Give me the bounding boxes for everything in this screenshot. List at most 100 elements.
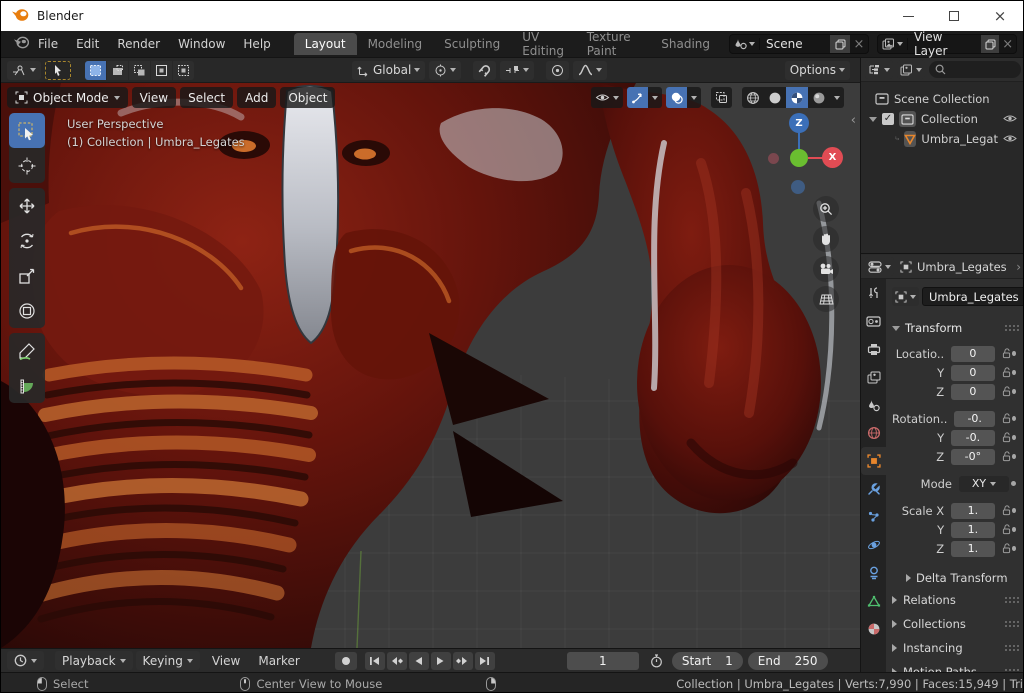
camera-view-icon[interactable] bbox=[813, 256, 839, 282]
pivot-point-dropdown[interactable] bbox=[429, 61, 461, 80]
properties-editor-type-dropdown[interactable] bbox=[865, 257, 894, 276]
shading-rendered-icon[interactable] bbox=[808, 87, 830, 108]
viewport-menu-object[interactable]: Object bbox=[280, 87, 335, 108]
tab-shading[interactable]: Shading bbox=[650, 33, 721, 55]
menu-edit[interactable]: Edit bbox=[67, 33, 108, 55]
rotation-y-field[interactable]: -0. bbox=[951, 430, 994, 446]
close-button[interactable]: × bbox=[977, 1, 1023, 31]
tab-modeling[interactable]: Modeling bbox=[357, 33, 434, 55]
animate-dot[interactable] bbox=[1012, 435, 1016, 440]
axis-z-ball[interactable]: Z bbox=[789, 113, 809, 133]
jump-to-start-button[interactable] bbox=[365, 652, 385, 670]
shading-wireframe-icon[interactable] bbox=[742, 87, 764, 108]
location-z-field[interactable]: 0 bbox=[951, 384, 994, 400]
animate-dot[interactable] bbox=[1012, 370, 1016, 375]
animate-dot[interactable] bbox=[1012, 454, 1016, 459]
tab-render[interactable] bbox=[861, 307, 886, 335]
frame-end-field[interactable]: End 250 bbox=[748, 652, 828, 670]
active-tool-dropdown[interactable] bbox=[7, 61, 41, 80]
outliner-row-scene-collection[interactable]: Scene Collection bbox=[861, 89, 1024, 109]
record-button[interactable] bbox=[335, 652, 357, 670]
expand-icon[interactable] bbox=[869, 117, 877, 122]
prev-keyframe-button[interactable] bbox=[387, 652, 407, 670]
lock-icon[interactable] bbox=[1002, 432, 1012, 443]
play-reverse-button[interactable] bbox=[409, 652, 429, 670]
object-id-icon[interactable] bbox=[892, 287, 919, 306]
tab-texture-paint[interactable]: Texture Paint bbox=[576, 26, 651, 62]
panel-relations[interactable]: Relations bbox=[892, 588, 1021, 612]
properties-breadcrumb[interactable]: Umbra_Legates bbox=[900, 260, 1007, 274]
tool-annotate[interactable] bbox=[9, 333, 45, 368]
view-layer-icon[interactable] bbox=[878, 38, 908, 50]
tab-output[interactable] bbox=[861, 335, 886, 363]
axis-neg-z-ball[interactable] bbox=[791, 180, 805, 194]
shading-solid-icon[interactable] bbox=[764, 87, 786, 108]
transform-panel-header[interactable]: Transform bbox=[892, 318, 1021, 338]
select-set-icon[interactable] bbox=[85, 61, 106, 80]
lock-icon[interactable] bbox=[1002, 413, 1012, 424]
next-keyframe-button[interactable] bbox=[453, 652, 473, 670]
tool-move[interactable] bbox=[9, 188, 45, 223]
panel-grip[interactable] bbox=[1004, 324, 1019, 333]
outliner-row-collection[interactable]: ✓ Collection bbox=[861, 109, 1024, 129]
snap-target-dropdown[interactable] bbox=[500, 61, 534, 80]
tool-transform[interactable] bbox=[9, 293, 45, 328]
gizmo-dropdown[interactable] bbox=[648, 87, 662, 108]
collection-checkbox[interactable]: ✓ bbox=[882, 113, 894, 125]
tab-particles[interactable] bbox=[861, 503, 886, 531]
proportional-editing-toggle[interactable] bbox=[546, 61, 569, 80]
viewport-menu-add[interactable]: Add bbox=[237, 87, 276, 108]
tool-rotate[interactable] bbox=[9, 223, 45, 258]
options-dropdown[interactable]: Options bbox=[785, 61, 850, 80]
lock-icon[interactable] bbox=[1002, 348, 1012, 359]
lock-icon[interactable] bbox=[1002, 386, 1012, 397]
outliner-editor-type-dropdown[interactable] bbox=[865, 60, 893, 79]
shading-material-icon[interactable] bbox=[786, 87, 808, 108]
tool-select-box[interactable] bbox=[9, 113, 45, 148]
hide-eye-icon[interactable] bbox=[1003, 112, 1017, 126]
tab-object[interactable] bbox=[861, 447, 886, 475]
jump-to-end-button[interactable] bbox=[475, 652, 495, 670]
play-button[interactable] bbox=[431, 652, 451, 670]
show-overlays-toggle[interactable] bbox=[666, 87, 687, 108]
mode-dropdown[interactable]: Object Mode bbox=[7, 87, 128, 108]
animate-dot[interactable] bbox=[1012, 546, 1016, 551]
scene-unlink-button[interactable]: × bbox=[850, 35, 868, 53]
select-subtract-icon[interactable] bbox=[129, 61, 150, 80]
axis-neg-x-ball[interactable] bbox=[768, 153, 779, 164]
lock-icon[interactable] bbox=[1002, 505, 1012, 516]
view-layer-name[interactable]: View Layer bbox=[908, 30, 981, 58]
animate-dot[interactable] bbox=[1011, 481, 1016, 486]
viewport-menu-view[interactable]: View bbox=[132, 87, 176, 108]
animate-dot[interactable] bbox=[1012, 351, 1016, 356]
panel-grip[interactable] bbox=[1004, 644, 1019, 653]
transform-orientation-dropdown[interactable]: Global bbox=[352, 61, 425, 80]
scale-x-field[interactable]: 1. bbox=[951, 503, 994, 519]
outliner-row-object[interactable]: Umbra_Legat bbox=[861, 129, 1024, 149]
scale-z-field[interactable]: 1. bbox=[951, 541, 994, 557]
scale-y-field[interactable]: 1. bbox=[951, 522, 994, 538]
xray-toggle[interactable] bbox=[711, 87, 732, 108]
viewport-menu-select[interactable]: Select bbox=[180, 87, 233, 108]
outliner-search-input[interactable] bbox=[929, 61, 1021, 78]
panel-motion-paths[interactable]: Motion Paths bbox=[892, 660, 1021, 672]
tab-object-data[interactable] bbox=[861, 587, 886, 615]
viewport-3d[interactable]: Object Mode View Select Add Object bbox=[1, 83, 860, 648]
tool-scale[interactable] bbox=[9, 258, 45, 293]
lock-icon[interactable] bbox=[1002, 451, 1012, 462]
current-frame-field[interactable]: 1 bbox=[567, 652, 639, 670]
view-layer-new-button[interactable] bbox=[981, 35, 1000, 53]
tab-scene[interactable] bbox=[861, 391, 886, 419]
shading-dropdown[interactable] bbox=[830, 87, 844, 108]
select-intersect-icon[interactable] bbox=[173, 61, 194, 80]
zoom-view-icon[interactable] bbox=[813, 196, 839, 222]
tab-modifiers[interactable] bbox=[861, 475, 886, 503]
scene-icon[interactable] bbox=[730, 38, 760, 50]
tool-measure[interactable] bbox=[9, 368, 45, 403]
proportional-falloff-dropdown[interactable] bbox=[573, 61, 607, 80]
scene-name[interactable]: Scene bbox=[760, 37, 830, 51]
scene-new-button[interactable] bbox=[830, 35, 850, 53]
panel-grip[interactable] bbox=[1004, 620, 1019, 629]
tab-material[interactable] bbox=[861, 615, 886, 643]
rotation-z-field[interactable]: -0° bbox=[951, 449, 994, 465]
